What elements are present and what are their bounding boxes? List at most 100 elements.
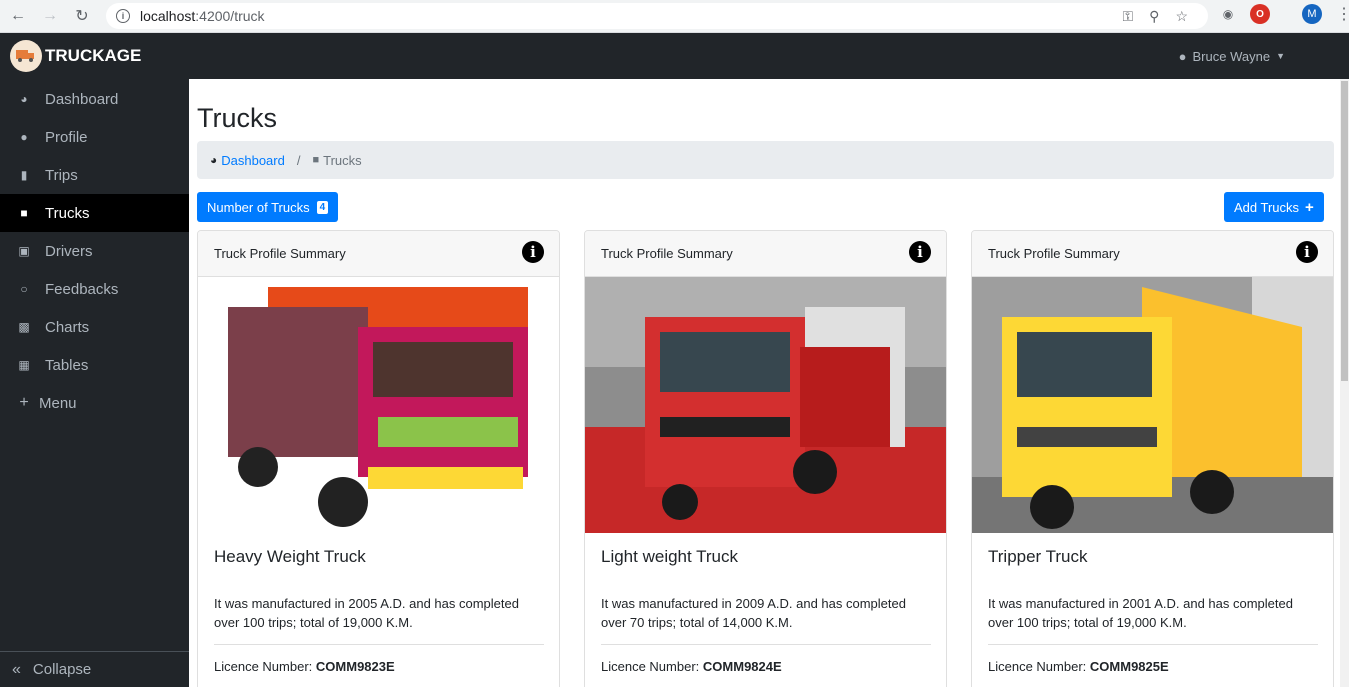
licence-value: COMM9825E [1089,659,1169,674]
comments-icon: ○ [20,282,28,296]
card-header: Truck Profile Summary i [585,231,946,277]
back-icon[interactable]: ← [2,0,34,32]
star-icon[interactable]: ☆ [1175,8,1188,25]
url-path: :4200/truck [195,8,265,24]
info-icon[interactable]: i [1296,241,1318,263]
licence-label: Licence Number: [601,659,700,674]
table-icon: ▦ [18,358,30,372]
truck-logo-icon [10,40,42,72]
sidebar-item-label: Menu [39,394,77,412]
sidebar-item-label: Profile [45,128,88,146]
zoom-icon[interactable]: ⚲ [1149,8,1159,25]
camera-icon[interactable]: ◉ [1218,4,1238,24]
breadcrumb: ◕ Dashboard / ■ Trucks [197,141,1334,179]
breadcrumb-current: Trucks [323,152,362,168]
user-icon: ● [20,130,28,144]
truck-icon: ■ [312,154,320,166]
info-icon[interactable]: i [909,241,931,263]
divider [988,644,1318,645]
caret-down-icon: ▼ [1276,51,1285,61]
brand-name: TRUCKAGE [45,46,142,65]
sidebar-item-label: Drivers [45,242,93,260]
browser-toolbar: ← → ↻ i localhost:4200/truck ⚿ ⚲ ☆ ◉ O M… [0,0,1349,33]
double-chevron-left-icon: « [12,660,21,678]
card-header-title: Truck Profile Summary [214,246,346,261]
card-title: Heavy Weight Truck [214,547,366,566]
sidebar-item-tables[interactable]: ▦ Tables [0,346,189,384]
divider [1282,4,1290,24]
user-name: Bruce Wayne [1192,48,1271,64]
card-title: Tripper Truck [988,547,1088,566]
sidebar-item-menu[interactable]: + Menu [0,384,189,422]
scrollbar-thumb[interactable] [1341,81,1348,381]
sidebar: ◕ Dashboard ● Profile ▮ Trips ■ Trucks ▣… [0,79,189,687]
truck-card: Truck Profile Summary i Light weight Tru… [584,230,947,687]
card-text: It was manufactured in 2001 A.D. and has… [988,596,1293,630]
forward-icon[interactable]: → [34,0,66,32]
truck-image [198,277,559,533]
card-title: Light weight Truck [601,547,739,566]
address-bar[interactable]: i localhost:4200/truck ⚿ ⚲ ☆ [106,3,1208,29]
more-icon[interactable]: ⋮ [1334,4,1349,24]
add-trucks-button[interactable]: Add Trucks + [1224,192,1324,222]
sidebar-item-label: Feedbacks [45,280,119,298]
card-header-title: Truck Profile Summary [988,246,1120,261]
button-label: Number of Trucks [207,199,310,215]
top-navbar: TRUCKAGE ● Bruce Wayne ▼ [0,33,1349,79]
plus-icon: + [1305,198,1314,216]
extension-icon[interactable]: O [1250,4,1270,24]
site-info-icon[interactable]: i [116,9,130,23]
profile-avatar-icon[interactable]: M [1302,4,1322,24]
dashboard-icon: ◕ [210,153,218,167]
book-icon: ▮ [20,168,28,182]
page-title: Trucks [197,103,277,133]
main-content: Trucks ◕ Dashboard / ■ Trucks Number of … [189,79,1340,687]
card-header-title: Truck Profile Summary [601,246,733,261]
licence-label: Licence Number: [214,659,313,674]
sidebar-item-feedbacks[interactable]: ○ Feedbacks [0,270,189,308]
divider [214,644,544,645]
url-host: localhost [140,8,196,24]
truck-card: Truck Profile Summary i Tripper Truck It… [971,230,1334,687]
user-icon: ● [1178,48,1187,64]
reload-icon[interactable]: ↻ [66,0,98,32]
key-icon[interactable]: ⚿ [1123,8,1134,25]
truck-icon: ■ [20,206,28,220]
sidebar-item-label: Dashboard [45,90,119,108]
licence-number: Licence Number: COMM9823E [214,659,395,674]
dashboard-icon: ◕ [20,92,28,106]
card-text: It was manufactured in 2009 A.D. and has… [601,596,906,630]
number-of-trucks-button[interactable]: Number of Trucks 4 [197,192,339,222]
truck-image [585,277,946,533]
truck-image [972,277,1333,533]
sidebar-item-label: Charts [45,318,90,336]
card-header: Truck Profile Summary i [198,231,559,277]
sidebar-item-trucks[interactable]: ■ Trucks [0,194,189,232]
info-icon[interactable]: i [522,241,544,263]
licence-label: Licence Number: [988,659,1087,674]
breadcrumb-dashboard-link[interactable]: Dashboard [221,153,285,168]
sidebar-item-drivers[interactable]: ▣ Drivers [0,232,189,270]
truck-card: Truck Profile Summary i Heavy Weight Tru… [197,230,560,687]
sidebar-collapse-button[interactable]: « Collapse [0,651,189,687]
licence-number: Licence Number: COMM9824E [601,659,782,674]
licence-value: COMM9823E [315,659,395,674]
sidebar-item-profile[interactable]: ● Profile [0,118,189,156]
card-text: It was manufactured in 2005 A.D. and has… [214,596,519,630]
id-badge-icon: ▣ [18,244,30,258]
divider [601,644,931,645]
brand[interactable]: TRUCKAGE [10,40,141,72]
user-menu[interactable]: ● Bruce Wayne ▼ [1179,49,1285,64]
card-header: Truck Profile Summary i [972,231,1333,277]
sidebar-item-charts[interactable]: ▩ Charts [0,308,189,346]
licence-number: Licence Number: COMM9825E [988,659,1169,674]
breadcrumb-separator: / [296,152,301,168]
sidebar-item-dashboard[interactable]: ◕ Dashboard [0,80,189,118]
sidebar-item-trips[interactable]: ▮ Trips [0,156,189,194]
count-badge: 4 [316,200,329,214]
plus-icon: + [19,394,29,411]
sidebar-item-label: Trucks [45,204,90,222]
sidebar-item-label: Tables [45,356,89,374]
button-label: Add Trucks [1234,199,1300,215]
collapse-label: Collapse [32,661,92,678]
